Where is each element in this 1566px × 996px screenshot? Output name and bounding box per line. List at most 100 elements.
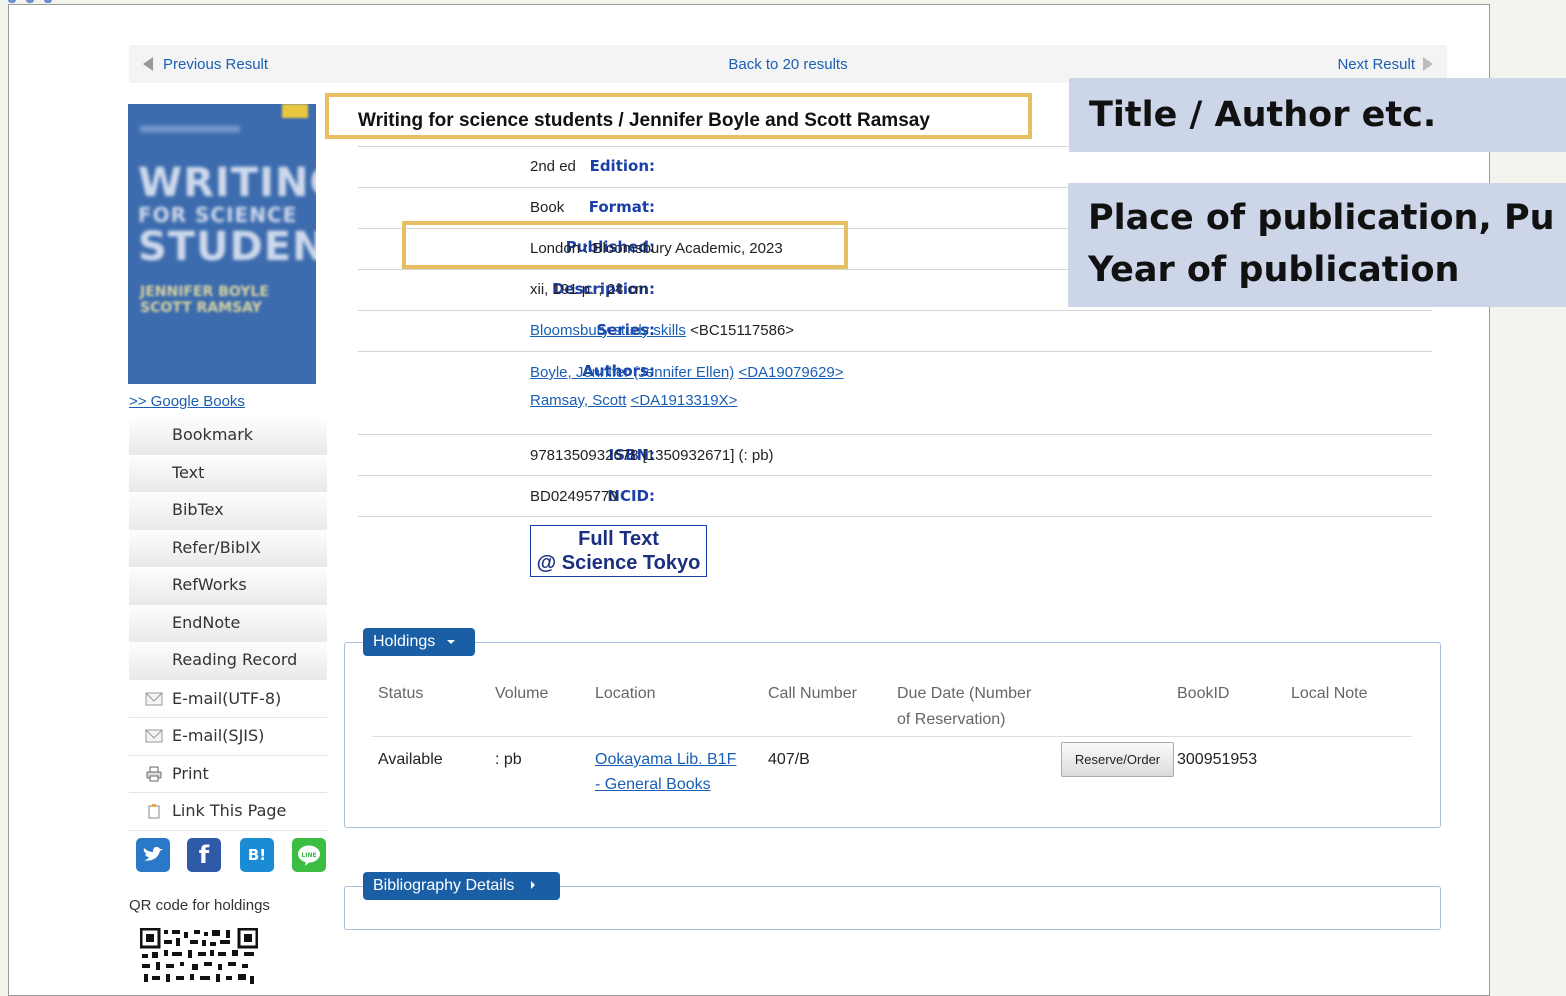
- record-title: Writing for science students / Jennifer …: [358, 110, 930, 131]
- description-value: xii, 191 p. ; 24 cm: [530, 281, 648, 298]
- row-divider: [358, 434, 1432, 435]
- annotation-line: Year of publication: [1088, 250, 1460, 290]
- facebook-share-button[interactable]: f: [187, 838, 221, 872]
- holding-location: Ookayama Lib. B1F - General Books: [595, 747, 736, 797]
- column-header-status: Status: [378, 685, 424, 702]
- qr-code-image: [140, 928, 258, 988]
- ncid-value: BD02495770: [530, 488, 618, 505]
- window-dot: [44, 0, 52, 3]
- header-line: of Reservation): [897, 711, 1006, 728]
- line-icon-text: LINE: [301, 852, 316, 859]
- envelope-icon: [145, 692, 163, 705]
- back-to-results-container: Back to 20 results: [129, 56, 1447, 73]
- cover-author-line: SCOTT RAMSAY: [140, 300, 262, 316]
- window-dot: [26, 0, 34, 3]
- holdings-panel: [344, 642, 1441, 828]
- format-value: Book: [530, 199, 565, 216]
- menu-endnote[interactable]: EndNote: [129, 605, 327, 643]
- menu-email-sjis[interactable]: E-mail(SJIS): [129, 718, 327, 756]
- caret-down-icon: [446, 640, 455, 644]
- table-divider: [372, 736, 1412, 737]
- line-icon: LINE: [298, 845, 320, 866]
- menu-link-this-page[interactable]: Link This Page: [129, 793, 327, 831]
- export-side-menu: Bookmark Text BibTex Refer/BibIX RefWork…: [129, 418, 327, 831]
- google-books-link[interactable]: >> Google Books: [129, 393, 245, 410]
- twitter-share-button[interactable]: [136, 838, 170, 872]
- author-id-link[interactable]: <DA19079629>: [738, 364, 843, 381]
- cover-title-line: WRITING: [138, 160, 316, 206]
- social-share-bar: f B! LINE: [136, 838, 336, 872]
- full-text-line: Full Text: [578, 528, 659, 550]
- holdings-tab[interactable]: Holdings: [363, 628, 475, 656]
- reserve-order-button[interactable]: Reserve/Order: [1061, 742, 1174, 777]
- triangle-right-icon: [1423, 57, 1433, 71]
- column-header-local-note: Local Note: [1291, 685, 1368, 702]
- menu-refer-bibix[interactable]: Refer/BibIX: [129, 530, 327, 568]
- qr-code-label: QR code for holdings: [129, 897, 270, 914]
- menu-bibtex[interactable]: BibTex: [129, 493, 327, 531]
- menu-email-utf8-label: E-mail(UTF-8): [172, 688, 282, 708]
- annotation-place-of-publication: Place of publication, Pu Year of publica…: [1068, 183, 1566, 307]
- row-divider: [358, 310, 1432, 311]
- menu-bookmark[interactable]: Bookmark: [129, 418, 327, 456]
- line-share-button[interactable]: LINE: [292, 838, 326, 872]
- column-header-volume: Volume: [495, 685, 549, 702]
- back-to-results-link[interactable]: Back to 20 results: [728, 56, 847, 73]
- menu-link-label: Link This Page: [172, 801, 287, 820]
- holding-bookid: 300951953: [1177, 751, 1258, 768]
- holding-status: Available: [378, 751, 443, 768]
- column-header-due-date: Due Date (Number of Reservation): [897, 681, 1031, 733]
- author-entry: Boyle, Jennifer (Jennifer Ellen) <DA1907…: [530, 364, 844, 381]
- hatena-bookmark-button[interactable]: B!: [240, 838, 274, 872]
- edition-value: 2nd ed: [530, 158, 576, 175]
- menu-text[interactable]: Text: [129, 455, 327, 493]
- author-id-link[interactable]: <DA1913319X>: [631, 392, 738, 409]
- column-header-call-number: Call Number: [768, 685, 857, 702]
- cover-tag: [282, 104, 308, 118]
- menu-reading-record[interactable]: Reading Record: [129, 643, 327, 681]
- twitter-icon: [143, 846, 163, 861]
- isbn-value: 9781350932678 [1350932671] (: pb): [530, 447, 774, 464]
- bibliography-tab-label: Bibliography Details: [373, 877, 515, 894]
- cover-title-text: WRITING FOR SCIENCE STUDENTS: [138, 160, 316, 270]
- menu-email-sjis-label: E-mail(SJIS): [172, 726, 265, 745]
- cover-author-line: JENNIFER BOYLE: [140, 284, 269, 300]
- row-divider: [358, 351, 1432, 352]
- menu-refworks[interactable]: RefWorks: [129, 568, 327, 606]
- menu-email-utf8[interactable]: E-mail(UTF-8): [129, 681, 327, 718]
- holdings-tab-label: Holdings: [373, 633, 436, 650]
- full-text-button[interactable]: Full Text @ Science Tokyo: [530, 525, 707, 577]
- window-dot: [8, 0, 16, 3]
- annotation-line: Place of publication, Pu: [1088, 198, 1555, 238]
- location-link[interactable]: Ookayama Lib. B1F: [595, 751, 736, 768]
- column-header-location: Location: [595, 685, 656, 702]
- series-value: Bloomsbury study skills <BC15117586>: [530, 322, 794, 339]
- edition-label: Edition:: [589, 157, 655, 175]
- next-result-label: Next Result: [1337, 56, 1415, 73]
- cover-series-mark: [140, 126, 240, 132]
- published-value: London : Bloomsbury Academic, 2023: [530, 240, 783, 257]
- cover-authors-text: JENNIFER BOYLE SCOTT RAMSAY: [140, 284, 269, 316]
- menu-print[interactable]: Print: [129, 756, 327, 793]
- author-link[interactable]: Ramsay, Scott: [530, 392, 626, 409]
- row-divider: [358, 475, 1432, 476]
- caret-right-icon: [530, 881, 535, 889]
- book-cover-image[interactable]: WRITING FOR SCIENCE STUDENTS JENNIFER BO…: [128, 104, 316, 384]
- series-link[interactable]: Bloomsbury study skills: [530, 322, 686, 339]
- cover-title-line: STUDENTS: [138, 224, 316, 270]
- row-divider: [358, 516, 1432, 517]
- column-header-bookid: BookID: [1177, 685, 1230, 702]
- printer-icon: [146, 766, 162, 781]
- annotation-title-author: Title / Author etc.: [1069, 78, 1566, 152]
- bibliography-details-tab[interactable]: Bibliography Details: [363, 872, 560, 900]
- series-id: <BC15117586>: [690, 322, 795, 339]
- author-link[interactable]: Boyle, Jennifer (Jennifer Ellen): [530, 364, 734, 381]
- next-result-link[interactable]: Next Result: [1337, 56, 1433, 73]
- envelope-icon: [145, 729, 163, 743]
- menu-print-label: Print: [172, 763, 209, 783]
- header-line: Due Date (Number: [897, 685, 1032, 702]
- location-link[interactable]: - General Books: [595, 776, 711, 793]
- full-text-line: @ Science Tokyo: [536, 552, 701, 574]
- holding-call-number: 407/B: [768, 751, 810, 768]
- clipboard-icon: [148, 804, 160, 819]
